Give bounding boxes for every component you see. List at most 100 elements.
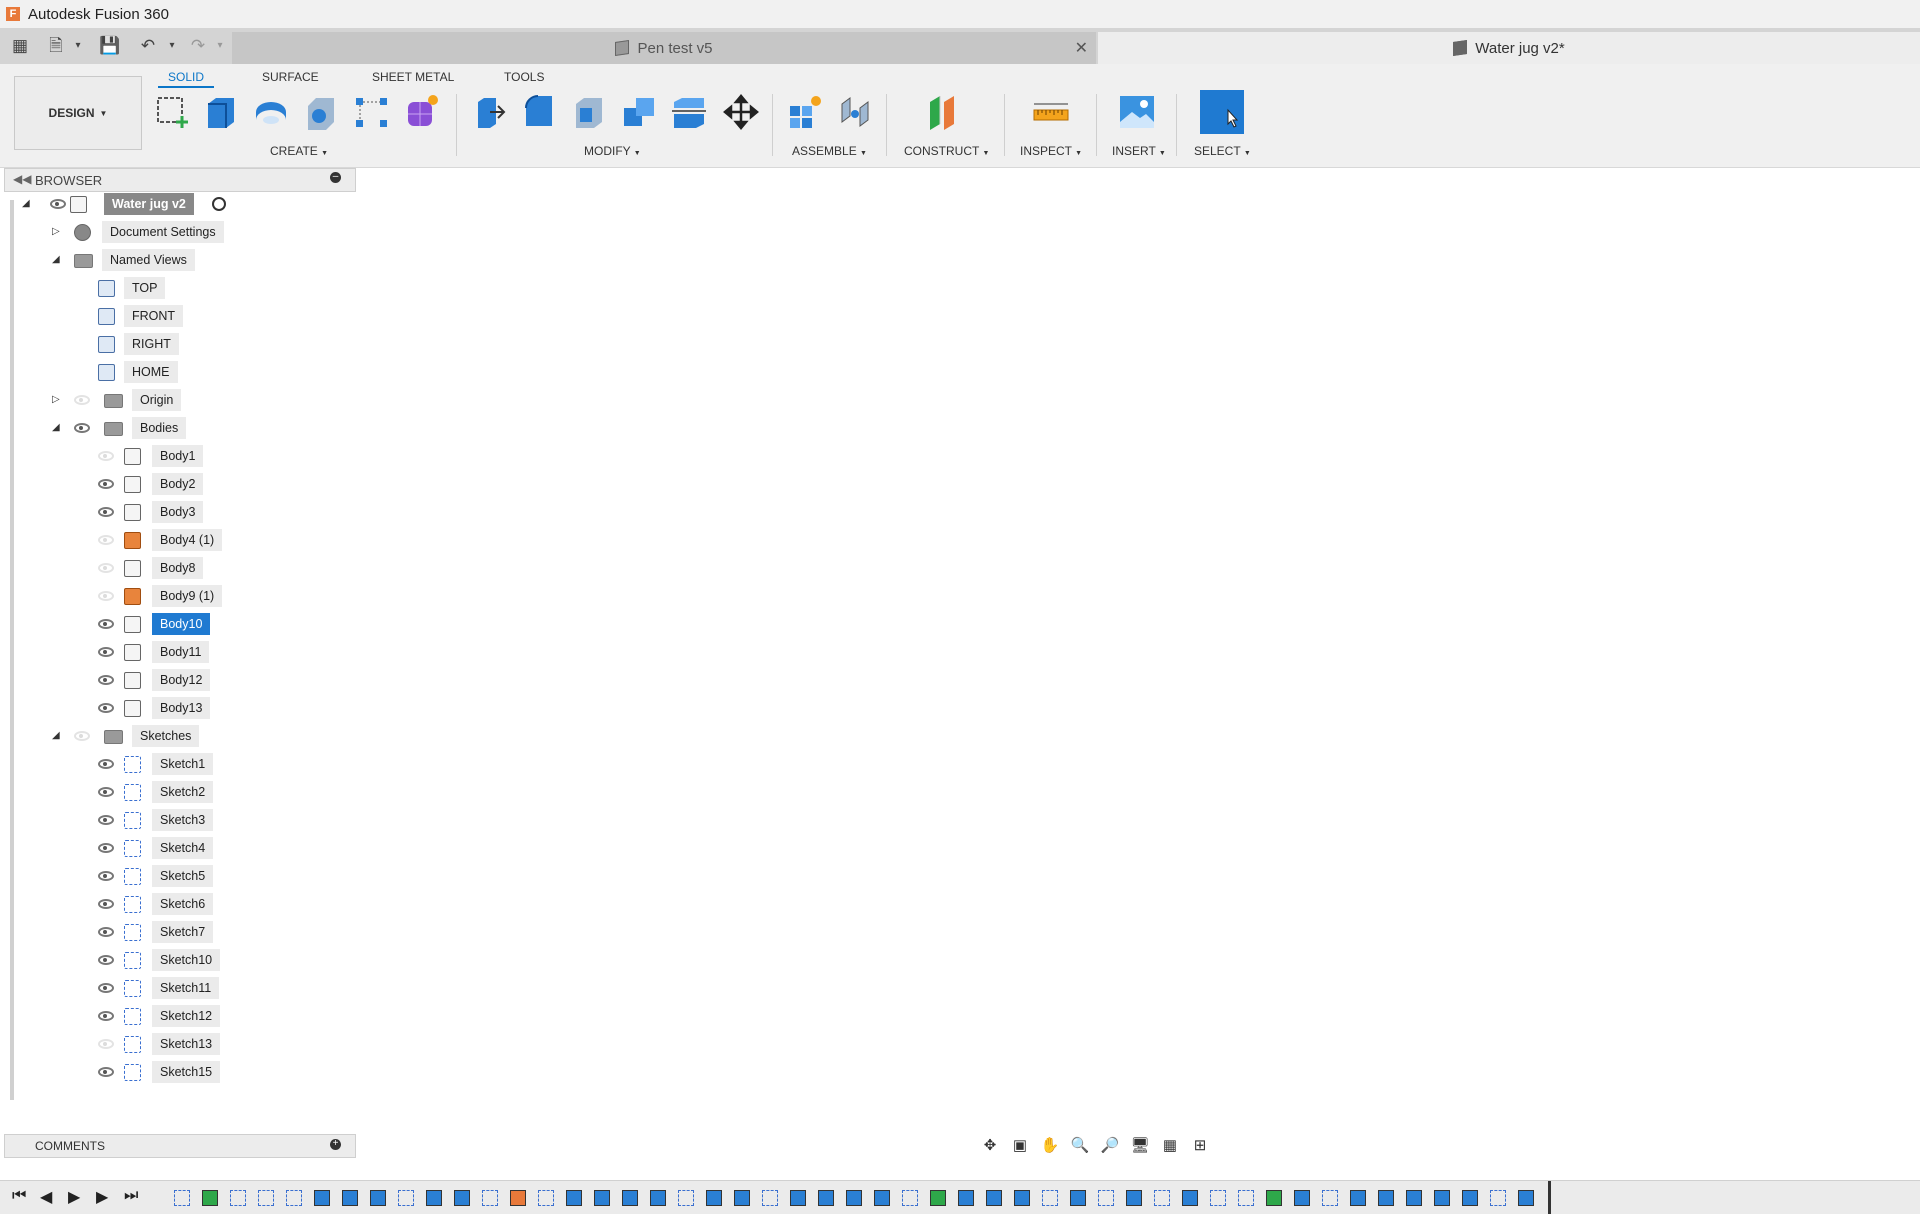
save-icon[interactable]: 💾 [98, 34, 122, 58]
timeline-feature-icon[interactable] [1126, 1190, 1142, 1206]
timeline-sketch-icon[interactable] [902, 1190, 918, 1206]
timeline-sketch-icon[interactable] [762, 1190, 778, 1206]
fit-window-icon[interactable]: 🔎 [1100, 1136, 1120, 1156]
timeline-feature-icon[interactable] [370, 1190, 386, 1206]
timeline-sketch-icon[interactable] [1042, 1190, 1058, 1206]
timeline-sketch-icon[interactable] [286, 1190, 302, 1206]
tab-pen-test[interactable]: Pen test v5 ✕ [232, 32, 1096, 64]
undo-dropdown-chevron-icon[interactable]: ▾ [160, 34, 184, 58]
timeline-sketch-icon[interactable] [230, 1190, 246, 1206]
timeline-feature-icon[interactable] [1518, 1190, 1534, 1206]
tab-water-jug[interactable]: Water jug v2* [1098, 32, 1920, 64]
visibility-eye-icon[interactable] [98, 451, 114, 461]
visibility-eye-icon[interactable] [98, 983, 114, 993]
timeline-feature-icon[interactable] [1378, 1190, 1394, 1206]
form-icon[interactable] [402, 92, 440, 132]
select-tool-icon[interactable] [1200, 90, 1244, 134]
timeline-feature-icon[interactable] [342, 1190, 358, 1206]
expand-triangle-icon[interactable]: ◢ [22, 198, 30, 209]
visibility-eye-icon[interactable] [74, 395, 90, 405]
tab-surface[interactable]: SURFACE [262, 70, 319, 84]
create-menu[interactable]: CREATE ▼ [270, 144, 328, 158]
go-to-end-icon[interactable]: ⏭ [124, 1187, 138, 1205]
split-body-icon[interactable] [670, 92, 708, 132]
timeline-feature-icon[interactable] [1406, 1190, 1422, 1206]
tree-row-top[interactable]: TOP [4, 277, 230, 301]
timeline-marker[interactable] [1548, 1181, 1551, 1214]
timeline-feature-icon[interactable] [566, 1190, 582, 1206]
tree-row-sketch13[interactable]: Sketch13 [4, 1033, 230, 1057]
visibility-eye-icon[interactable] [98, 955, 114, 965]
step-back-icon[interactable]: ◀ [40, 1187, 52, 1207]
timeline-sketch-icon[interactable] [482, 1190, 498, 1206]
timeline-feature-icon[interactable] [594, 1190, 610, 1206]
tree-row-body2[interactable]: Body2 [4, 473, 230, 497]
visibility-eye-icon[interactable] [98, 899, 114, 909]
visibility-eye-icon[interactable] [98, 1067, 114, 1077]
tree-row-sketch5[interactable]: Sketch5 [4, 865, 230, 889]
timeline-feature-icon[interactable] [426, 1190, 442, 1206]
look-at-icon[interactable]: ▣ [1010, 1136, 1030, 1156]
insert-menu[interactable]: INSERT ▼ [1112, 144, 1166, 158]
timeline-feature-icon[interactable] [650, 1190, 666, 1206]
tree-row-body3[interactable]: Body3 [4, 501, 230, 525]
tree-root-row[interactable]: ◢ Water jug v2 [4, 193, 230, 217]
pan-hand-icon[interactable]: ✋ [1040, 1136, 1060, 1156]
modify-menu[interactable]: MODIFY ▼ [584, 144, 641, 158]
revolve-icon[interactable] [252, 92, 290, 132]
visibility-eye-icon[interactable] [98, 871, 114, 881]
canvas-viewport[interactable] [0, 168, 1920, 1180]
timeline-feature-icon[interactable] [622, 1190, 638, 1206]
timeline-feature-icon[interactable] [510, 1190, 526, 1206]
tree-row-named-views[interactable]: ◢ Named Views [4, 249, 230, 273]
comments-panel-header[interactable]: COMMENTS + [4, 1134, 356, 1158]
tree-row-sketch11[interactable]: Sketch11 [4, 977, 230, 1001]
orbit-icon[interactable]: ✥ [980, 1136, 1000, 1156]
visibility-eye-icon[interactable] [98, 927, 114, 937]
tree-row-sketch12[interactable]: Sketch12 [4, 1005, 230, 1029]
measure-icon[interactable] [1032, 92, 1070, 132]
activate-radio-icon[interactable] [212, 197, 226, 211]
shell-icon[interactable] [570, 92, 608, 132]
expand-triangle-icon[interactable]: ▷ [52, 394, 60, 405]
timeline-sketch-icon[interactable] [1238, 1190, 1254, 1206]
visibility-eye-icon[interactable] [98, 787, 114, 797]
timeline-feature-icon[interactable] [846, 1190, 862, 1206]
construct-menu[interactable]: CONSTRUCT ▼ [904, 144, 989, 158]
visibility-eye-icon[interactable] [98, 759, 114, 769]
timeline-sketch-icon[interactable] [678, 1190, 694, 1206]
tab-sheet-metal[interactable]: SHEET METAL [372, 70, 454, 84]
tree-row-front[interactable]: FRONT [4, 305, 230, 329]
add-comment-icon[interactable]: + [330, 1139, 341, 1150]
visibility-eye-icon[interactable] [98, 843, 114, 853]
tree-row-body8[interactable]: Body8 [4, 557, 230, 581]
tree-row-body4-1[interactable]: Body4 (1) [4, 529, 230, 553]
tree-row-sketch1[interactable]: Sketch1 [4, 753, 230, 777]
timeline-feature-icon[interactable] [986, 1190, 1002, 1206]
timeline-sketch-icon[interactable] [1210, 1190, 1226, 1206]
tree-row-sketch6[interactable]: Sketch6 [4, 893, 230, 917]
visibility-eye-icon[interactable] [98, 535, 114, 545]
tree-row-document-settings[interactable]: ▷ Document Settings [4, 221, 230, 245]
minimize-panel-icon[interactable]: – [330, 172, 341, 183]
visibility-eye-icon[interactable] [98, 675, 114, 685]
extrude-icon[interactable] [202, 92, 240, 132]
undo-icon[interactable]: ↶ [136, 34, 160, 58]
timeline-feature-icon[interactable] [874, 1190, 890, 1206]
timeline-sketch-icon[interactable] [538, 1190, 554, 1206]
close-tab-icon[interactable]: ✕ [1075, 38, 1088, 58]
file-dropdown-chevron-icon[interactable]: ▾ [66, 34, 90, 58]
visibility-eye-icon[interactable] [74, 423, 90, 433]
tab-tools[interactable]: TOOLS [504, 70, 544, 84]
offset-plane-icon[interactable] [926, 92, 964, 132]
browser-panel-header[interactable]: ◀◀ BROWSER – [4, 168, 356, 192]
visibility-eye-icon[interactable] [98, 647, 114, 657]
timeline-feature-icon[interactable] [706, 1190, 722, 1206]
visibility-eye-icon[interactable] [98, 619, 114, 629]
combine-icon[interactable] [620, 92, 658, 132]
timeline-feature-icon[interactable] [454, 1190, 470, 1206]
visibility-eye-icon[interactable] [98, 479, 114, 489]
timeline-feature-icon[interactable] [1014, 1190, 1030, 1206]
timeline-feature-icon[interactable] [930, 1190, 946, 1206]
timeline-feature-icon[interactable] [314, 1190, 330, 1206]
